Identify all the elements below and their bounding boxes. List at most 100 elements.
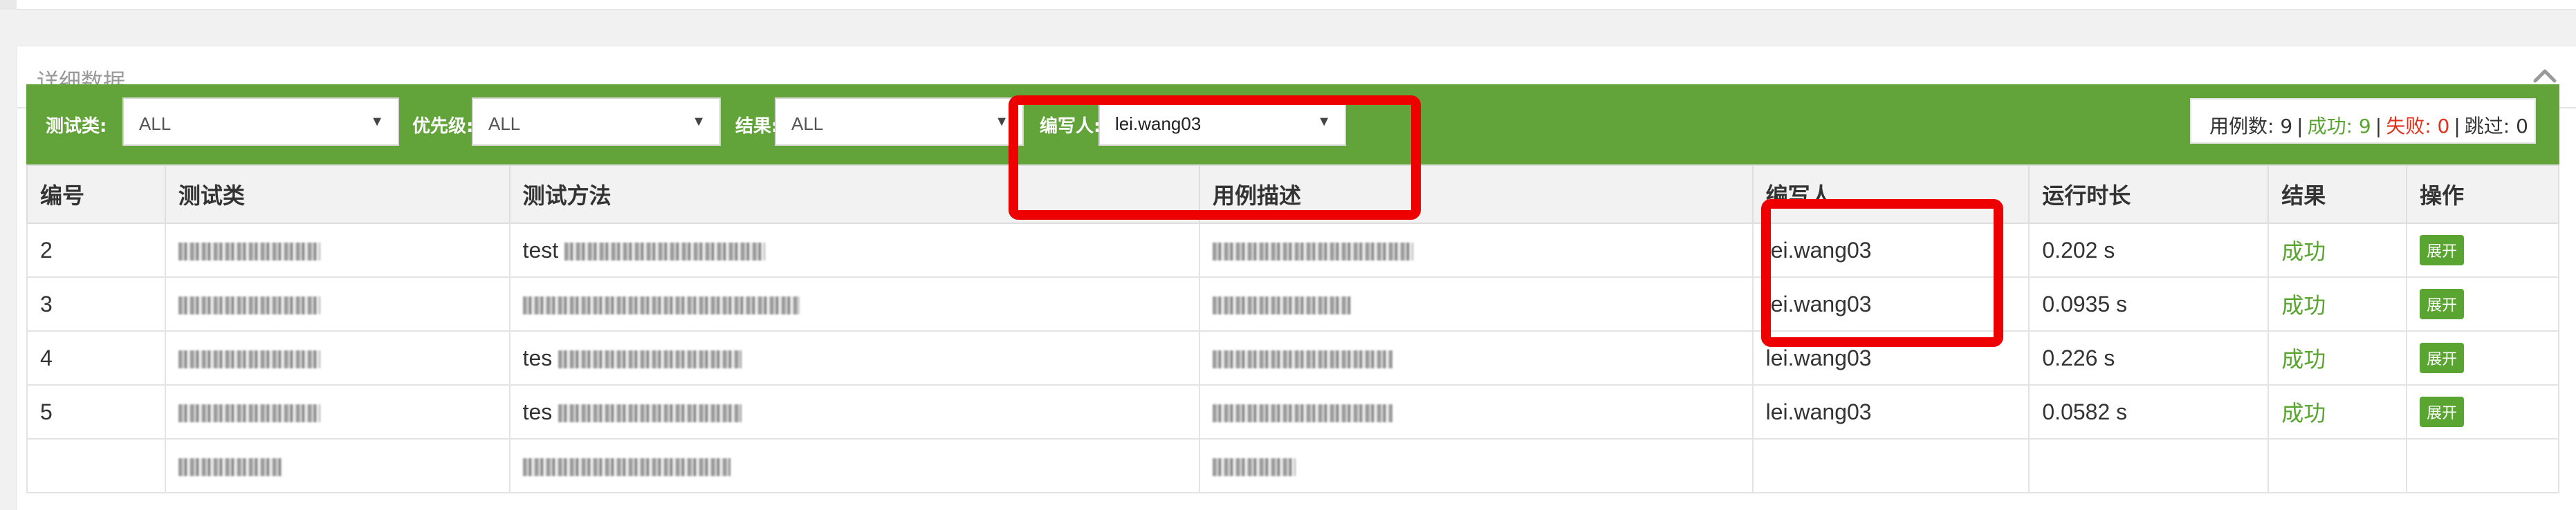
row-result: 成功 [2267, 384, 2408, 440]
redacted-text [178, 243, 320, 261]
row-description [1199, 330, 1754, 386]
row-author: lei.wang03 [1751, 223, 2030, 278]
row-id: 3 [26, 276, 166, 332]
result-select-value: ALL [791, 113, 824, 134]
expand-button[interactable]: 展开 [2420, 235, 2465, 265]
row-test-method [508, 438, 1201, 493]
row-test-class [164, 438, 510, 493]
row-author: lei.wang03 [1751, 276, 2030, 332]
row-author: lei.wang03 [1751, 384, 2030, 440]
table-row: 5 tes lei.wang03 0.0582 s 成功 展开 [26, 384, 2559, 440]
expand-button[interactable]: 展开 [2420, 397, 2465, 427]
redacted-text [178, 350, 320, 369]
column-header-action[interactable]: 操作 [2406, 164, 2559, 224]
row-duration [2028, 438, 2270, 493]
redacted-text [178, 458, 282, 477]
row-duration: 0.0935 s [2028, 276, 2270, 332]
filter-label-result: 结果: [735, 116, 779, 137]
row-id [26, 438, 166, 493]
row-action: 展开 [2406, 330, 2559, 386]
column-header-result[interactable]: 结果 [2267, 164, 2408, 224]
redacted-text [1213, 243, 1414, 261]
row-method-prefix: tes [522, 345, 553, 370]
redacted-text [522, 296, 800, 315]
row-duration: 0.226 s [2028, 330, 2270, 386]
row-result: 成功 [2267, 276, 2408, 332]
row-author [1751, 438, 2030, 493]
caret-down-icon: ▼ [370, 114, 384, 129]
stats-separator: | [2297, 115, 2303, 138]
expand-button[interactable]: 展开 [2420, 289, 2465, 319]
row-test-class [164, 384, 510, 440]
row-test-method: test [508, 223, 1201, 278]
row-action [2406, 438, 2559, 493]
caret-down-icon: ▼ [1317, 114, 1331, 129]
row-duration: 0.202 s [2028, 223, 2270, 278]
redacted-text [1213, 458, 1296, 477]
table-row: 4 tes lei.wang03 0.226 s 成功 展开 [26, 330, 2559, 386]
fail-count: 失败: 0 [2386, 115, 2450, 138]
priority-select[interactable]: ALL ▼ [472, 97, 721, 146]
redacted-text [178, 404, 320, 423]
test-class-select[interactable]: ALL ▼ [122, 97, 399, 146]
skip-count: 跳过: 0 [2464, 115, 2528, 138]
row-result: 成功 [2267, 330, 2408, 386]
row-test-class [164, 330, 510, 386]
row-description [1199, 438, 1754, 493]
row-action: 展开 [2406, 384, 2559, 440]
redacted-text [522, 458, 730, 477]
stats-separator: | [2454, 115, 2460, 138]
filter-bar: 测试类: ALL ▼ 优先级: ALL ▼ 结果: ALL ▼ 编写人: lei… [26, 84, 2559, 164]
success-count: 成功: 9 [2307, 115, 2371, 138]
results-table: 编号 测试类 测试方法 用例描述 编写人 运行时长 结果 操作 2 test l… [26, 164, 2559, 493]
author-select-value: lei.wang03 [1115, 113, 1202, 134]
column-header-test-method[interactable]: 测试方法 [508, 164, 1201, 224]
column-header-duration[interactable]: 运行时长 [2028, 164, 2270, 224]
expand-button[interactable]: 展开 [2420, 343, 2465, 373]
total-count: 用例数: 9 [2209, 115, 2293, 138]
table-row: 3 lei.wang03 0.0935 s 成功 展开 [26, 276, 2559, 332]
stats-separator: | [2375, 115, 2382, 138]
column-header-description[interactable]: 用例描述 [1199, 164, 1754, 224]
row-result: 成功 [2267, 223, 2408, 278]
redacted-text [1213, 350, 1393, 369]
row-result [2267, 438, 2408, 493]
redacted-text [1213, 404, 1393, 423]
redacted-text [558, 404, 742, 423]
row-id: 5 [26, 384, 166, 440]
row-author: lei.wang03 [1751, 330, 2030, 386]
table-row: 2 test lei.wang03 0.202 s 成功 展开 [26, 223, 2559, 278]
row-test-class [164, 223, 510, 278]
row-method-prefix: test [522, 237, 559, 263]
result-select[interactable]: ALL ▼ [775, 97, 1024, 146]
priority-select-value: ALL [488, 113, 521, 134]
row-id: 4 [26, 330, 166, 386]
row-test-method [508, 276, 1201, 332]
row-id: 2 [26, 223, 166, 278]
row-test-method: tes [508, 330, 1201, 386]
row-duration: 0.0582 s [2028, 384, 2270, 440]
filter-label-test-class: 测试类: [46, 116, 107, 137]
column-header-author[interactable]: 编写人 [1751, 164, 2030, 224]
row-test-method: tes [508, 384, 1201, 440]
redacted-text [178, 296, 320, 315]
caret-down-icon: ▼ [995, 114, 1009, 129]
author-select[interactable]: lei.wang03 ▼ [1098, 97, 1346, 146]
row-method-prefix: tes [522, 399, 553, 424]
row-action: 展开 [2406, 223, 2559, 278]
row-test-class [164, 276, 510, 332]
table-row-partial [26, 438, 2559, 493]
redacted-text [1213, 296, 1352, 315]
caret-down-icon: ▼ [692, 114, 706, 129]
row-description [1199, 223, 1754, 278]
redacted-text [564, 243, 766, 261]
filter-label-author: 编写人: [1040, 116, 1101, 137]
test-class-select-value: ALL [139, 113, 172, 134]
redacted-text [558, 350, 742, 369]
row-description [1199, 276, 1754, 332]
stats-summary: 用例数: 9 | 成功: 9 | 失败: 0 | 跳过: 0 [2190, 98, 2536, 144]
table-header-row: 编号 测试类 测试方法 用例描述 编写人 运行时长 结果 操作 [26, 164, 2559, 224]
previous-panel-bottom [17, 0, 2576, 10]
column-header-test-class[interactable]: 测试类 [164, 164, 510, 224]
column-header-id[interactable]: 编号 [26, 164, 166, 224]
